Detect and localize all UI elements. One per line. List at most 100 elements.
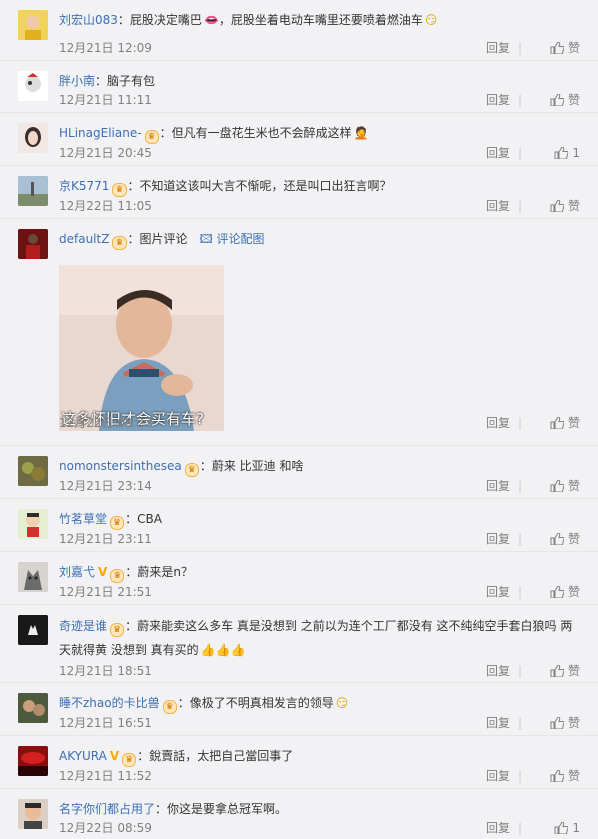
like-count: 赞 bbox=[567, 93, 580, 107]
avatar[interactable] bbox=[18, 746, 48, 776]
comment-item: 刘嘉弋 V ♛ ：蔚来是n？ 12月21日 21:51 回复 | 赞 bbox=[0, 552, 598, 605]
username[interactable]: 竹茗草堂 bbox=[59, 512, 107, 526]
avatar[interactable] bbox=[18, 799, 48, 829]
like-button[interactable]: 赞 bbox=[550, 478, 580, 494]
comment-text: 但凡有一盘花生米也不会醉成这样 bbox=[171, 126, 352, 140]
thumbs-up-icon bbox=[554, 822, 569, 834]
timestamp: 12月21日 12:09 bbox=[59, 41, 152, 55]
comment-text: 蔚来 比亚迪 和啥 bbox=[211, 459, 304, 473]
divider: | bbox=[517, 585, 522, 599]
username[interactable]: 奇迹是谁 bbox=[59, 619, 107, 633]
username[interactable]: 刘宏山083 bbox=[59, 13, 118, 27]
timestamp: 12月21日 23:14 bbox=[59, 479, 152, 493]
like-count: 赞 bbox=[567, 479, 580, 493]
comment-meta: 12月21日 11:52 回复 | 赞 bbox=[59, 768, 580, 784]
fan-badge-icon: ♛ bbox=[110, 569, 125, 583]
avatar[interactable] bbox=[18, 615, 48, 645]
reply-button[interactable]: 回复 bbox=[486, 145, 510, 161]
like-button[interactable]: 赞 bbox=[550, 92, 580, 108]
like-button[interactable]: 赞 bbox=[550, 40, 580, 56]
username[interactable]: nomonstersinthesea bbox=[59, 459, 182, 473]
like-count: 赞 bbox=[567, 716, 580, 730]
like-button[interactable]: 赞 bbox=[550, 415, 580, 431]
divider: | bbox=[517, 532, 522, 546]
avatar[interactable] bbox=[18, 229, 48, 259]
username[interactable]: defaultZ bbox=[59, 232, 109, 246]
reply-button[interactable]: 回复 bbox=[486, 92, 510, 108]
username[interactable]: 名字你们都占用了 bbox=[59, 802, 155, 816]
thumbs-up-icon bbox=[550, 586, 564, 598]
comment-meta: 12月21日 18:51 回复 | 赞 bbox=[59, 663, 580, 679]
like-button[interactable]: 1 bbox=[554, 145, 580, 161]
comment-text: 你这是要拿总冠军啊。 bbox=[167, 802, 288, 816]
comment-text: 图片评论 bbox=[139, 232, 188, 246]
reply-button[interactable]: 回复 bbox=[486, 40, 510, 56]
username[interactable]: HLinagEliane- bbox=[59, 126, 142, 140]
username[interactable]: AKYURA bbox=[59, 749, 107, 763]
fan-badge-icon: ♛ bbox=[112, 236, 127, 250]
username[interactable]: 胖小南 bbox=[59, 74, 95, 88]
thumbs-up-icon bbox=[550, 770, 564, 782]
avatar[interactable] bbox=[18, 509, 48, 539]
comment-text: 屁股决定嘴巴 bbox=[129, 13, 202, 27]
like-button[interactable]: 1 bbox=[554, 820, 580, 836]
like-count: 赞 bbox=[567, 664, 580, 678]
comment-text: 不知道这该叫大言不惭呢，还是叫口出狂言啊？ bbox=[139, 179, 392, 193]
comment-text: 銳賣話，太把自己當回事了 bbox=[149, 749, 294, 763]
like-button[interactable]: 赞 bbox=[550, 531, 580, 547]
reply-button[interactable]: 回复 bbox=[486, 198, 510, 214]
view-image-link[interactable]: 🖾 评论配图 bbox=[200, 232, 265, 246]
reply-button[interactable]: 回复 bbox=[486, 768, 510, 784]
avatar[interactable] bbox=[18, 456, 48, 486]
username[interactable]: 刘嘉弋 bbox=[59, 565, 95, 579]
reply-button[interactable]: 回复 bbox=[486, 663, 510, 679]
comment-item: 京K5771 ♛ ：不知道这该叫大言不惭呢，还是叫口出狂言啊？ 12月22日 11:… bbox=[0, 166, 598, 219]
timestamp: 12月21日 21:51 bbox=[59, 585, 152, 599]
like-button[interactable]: 赞 bbox=[550, 663, 580, 679]
like-button[interactable]: 赞 bbox=[550, 715, 580, 731]
avatar[interactable] bbox=[18, 562, 48, 592]
avatar[interactable] bbox=[18, 693, 48, 723]
like-button[interactable]: 赞 bbox=[550, 768, 580, 784]
like-count: 赞 bbox=[567, 585, 580, 599]
comment-item: 睡不zhao的卡比兽 ♛ ：像极了不明真相发言的领导 😏 12月21日 16:51 回… bbox=[0, 683, 598, 736]
comment-meta: 12月21日 12:09 回复 | 赞 bbox=[59, 40, 580, 56]
avatar[interactable] bbox=[18, 10, 48, 40]
username[interactable]: 京K5771 bbox=[59, 179, 109, 193]
thumbs-up-icon bbox=[550, 200, 564, 212]
comment-item: 刘宏山083：屁股决定嘴巴 👄，屁股坐着电动车嘴里还要喷着燃油车 😏 12月21日 … bbox=[0, 0, 598, 61]
comment-body: defaultZ ♛ ：图片评论 🖾 评论配图 bbox=[59, 232, 265, 250]
username[interactable]: 睡不zhao的卡比兽 bbox=[59, 696, 160, 710]
comment-item: nomonstersinthesea ♛ ：蔚来 比亚迪 和啥 12月21日 23:… bbox=[0, 446, 598, 499]
comment-image[interactable]: 这多怀旧才会买有车? bbox=[59, 265, 224, 431]
like-button[interactable]: 赞 bbox=[550, 584, 580, 600]
thumbs-up-icon bbox=[550, 533, 564, 545]
reply-button[interactable]: 回复 bbox=[486, 531, 510, 547]
reply-button[interactable]: 回复 bbox=[486, 415, 510, 431]
comment-text: 蔚来是n？ bbox=[137, 565, 194, 579]
comment-meta: 12月21日 16:51 回复 | 赞 bbox=[59, 715, 580, 731]
fan-badge-icon: ♛ bbox=[122, 753, 137, 767]
comment-item: AKYURA V ♛ ：銳賣話，太把自己當回事了 12月21日 11:52 回复 | … bbox=[0, 736, 598, 789]
comment-meta: 12月21日 23:11 回复 | 赞 bbox=[59, 531, 580, 547]
avatar[interactable] bbox=[18, 123, 48, 153]
avatar[interactable] bbox=[18, 71, 48, 101]
comment-text: 像极了不明真相发言的领导 bbox=[189, 696, 334, 710]
avatar[interactable] bbox=[18, 176, 48, 206]
reply-button[interactable]: 回复 bbox=[486, 715, 510, 731]
divider: | bbox=[517, 716, 522, 730]
timestamp: 12月21日 18:51 bbox=[59, 664, 152, 678]
emoji-icon: 😏 bbox=[424, 13, 438, 27]
comment-item: 奇迹是谁 ♛ ：蔚来能卖这么多车 真是没想到 之前以为连个工厂都没有 这不纯纯空手套… bbox=[0, 605, 598, 683]
reply-button[interactable]: 回复 bbox=[486, 820, 510, 836]
reply-button[interactable]: 回复 bbox=[486, 478, 510, 494]
timestamp: 12月22日 11:05 bbox=[59, 199, 152, 213]
comment-body: 奇迹是谁 ♛ ：蔚来能卖这么多车 真是没想到 之前以为连个工厂都没有 这不纯纯空手套… bbox=[59, 614, 584, 662]
like-button[interactable]: 赞 bbox=[550, 198, 580, 214]
comment-meta: 12月21日 23:14 回复 | 赞 bbox=[59, 478, 580, 494]
reply-button[interactable]: 回复 bbox=[486, 584, 510, 600]
fan-badge-icon: ♛ bbox=[162, 700, 177, 714]
thumbs-up-icon bbox=[550, 480, 564, 492]
divider: | bbox=[517, 821, 522, 835]
comment-item: 名字你们都占用了：你这是要拿总冠军啊。 12月22日 08:59 回复 | 1 bbox=[0, 789, 598, 839]
